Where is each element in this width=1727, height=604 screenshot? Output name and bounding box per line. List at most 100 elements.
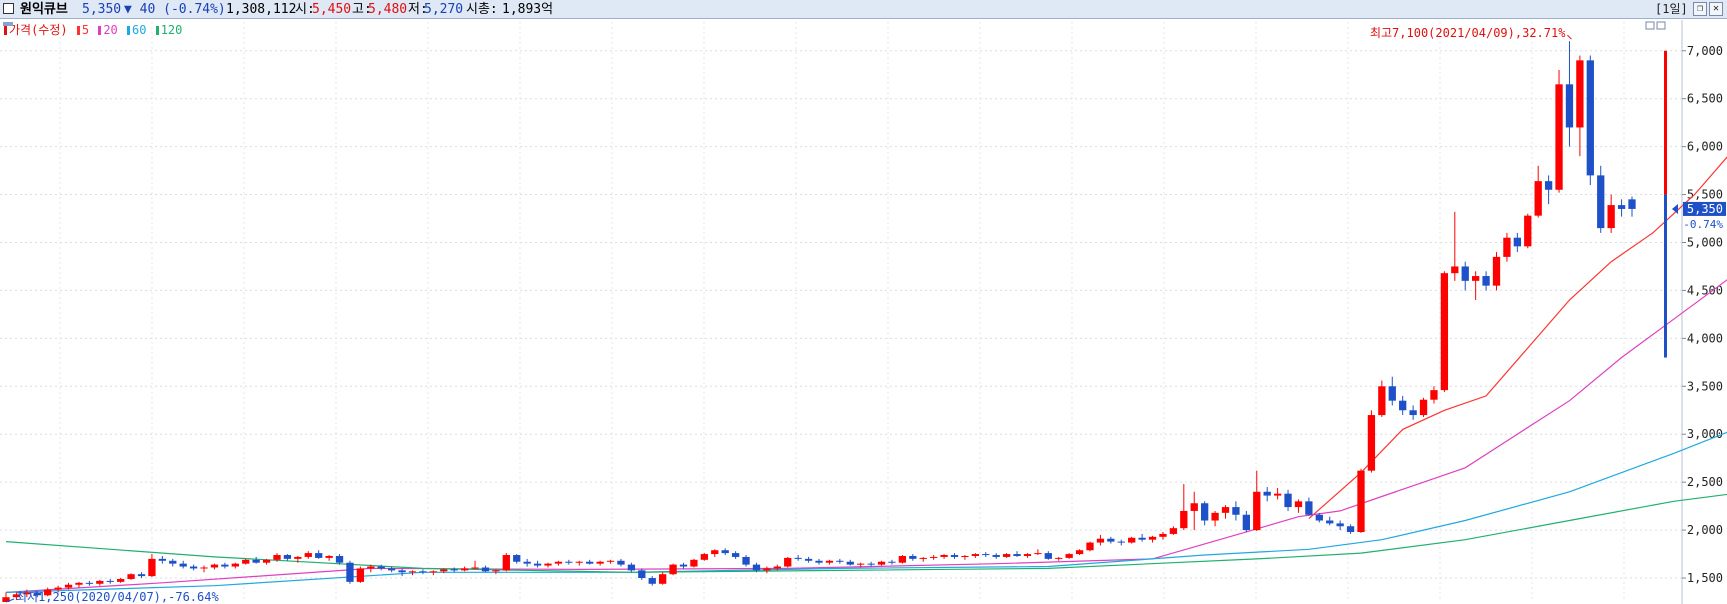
candle-body [367,566,375,569]
candle-body [1138,537,1146,540]
candle-body [784,557,792,567]
candle-body [210,564,219,568]
candle-body [1180,510,1188,529]
y-tick-label: 4,000 [1687,331,1723,345]
period-button[interactable]: [1일] [1655,0,1688,19]
candle-body [815,560,823,563]
candle-body [1055,557,1063,559]
candle-body [221,564,229,567]
candle-body [1617,205,1626,209]
candle-body [992,555,1000,557]
candle-body [919,557,927,559]
candle-body [1273,493,1282,496]
candle-body [1075,550,1084,555]
candle-body [1034,553,1042,555]
y-tick-label: 3,500 [1687,379,1723,393]
candle-body [752,564,761,571]
high-value: 5,480 [368,2,408,17]
candle-body [596,561,604,564]
candle-body [1419,399,1428,416]
candle-body [1117,541,1125,543]
candle-body [513,555,521,562]
y-tick-label: 6,000 [1687,140,1723,154]
candle-body [1159,533,1167,537]
candle-body [1221,507,1230,513]
candle-body [794,557,802,559]
candle-body [179,563,187,567]
candle-body [1044,553,1052,559]
candle-body [1232,507,1240,515]
candle-body [75,582,83,585]
candle-body [721,550,729,554]
close-icon[interactable]: ✕ [1709,2,1723,16]
candle-body [888,561,896,563]
candle-body [825,560,834,563]
candle-body [867,563,875,565]
y-tick-label: 2,500 [1687,475,1723,489]
candle-body [586,561,594,564]
candle-body [940,555,948,557]
candle-body [335,555,344,563]
candle-body [460,568,469,571]
current-price-label: 5,350 [1687,202,1723,216]
candle-body [804,558,813,561]
candle-body [763,568,771,571]
candle-body [200,567,208,569]
stock-name: 원익큐브 [20,2,68,17]
y-tick-label: 6,500 [1687,92,1723,106]
candle-body [1305,501,1313,515]
candle-body [1242,514,1250,531]
candle-body [242,559,250,564]
candle-body [471,567,479,569]
axis-range-bar-down [1664,194,1667,358]
candle-body [398,570,406,573]
candle-body [377,566,385,569]
candle-body [1294,501,1303,508]
candle-body [1326,520,1334,524]
candle-body [1513,237,1521,247]
candle-body [1544,181,1553,190]
candle-body [1023,554,1032,556]
open-value: 5,450 [312,2,352,17]
candle-body [836,560,844,562]
candle-body [148,558,156,577]
restore-icon[interactable]: ❐ [1693,2,1707,16]
candle-body [315,553,323,558]
candle-body [638,570,646,579]
candle-body [554,561,563,564]
candle-body [1482,276,1490,286]
candle-body [1524,215,1532,247]
y-tick-label: 1,500 [1687,571,1723,585]
candle-body [1148,536,1157,540]
candle-body [1503,237,1511,257]
candle-body [1565,84,1574,128]
candle-body [96,580,104,584]
candle-body [1534,181,1542,216]
candle-body [1201,503,1209,521]
candle-body [1628,199,1636,209]
high-annotation-arrow [1567,34,1572,40]
candle-body [1013,554,1021,556]
candle-body [419,571,427,573]
candle-body [898,555,907,563]
y-tick-label: 3,000 [1687,427,1723,441]
candle-body [1597,175,1605,229]
price-chart[interactable]: 1,500 2,000 2,500 3,000 3,500 4,000 4,500 5,000… [0,20,1727,604]
candle-body [346,562,354,582]
select-checkbox[interactable] [3,3,14,14]
candle-body [1336,523,1344,527]
current-change-label: -0.74% [1683,218,1723,231]
candle-body [1284,493,1292,508]
low-value: 5,270 [424,2,464,17]
candle-body [679,564,688,567]
candle-body [429,571,437,573]
candle-body [117,578,125,582]
candle-body [502,555,510,571]
candle-body [1315,514,1323,521]
candle-body [106,580,114,582]
candle-body [85,582,94,584]
y-tick-label: 2,000 [1687,523,1723,537]
candle-body [1451,266,1459,274]
candle-body [189,566,198,569]
candle-body [252,559,260,563]
